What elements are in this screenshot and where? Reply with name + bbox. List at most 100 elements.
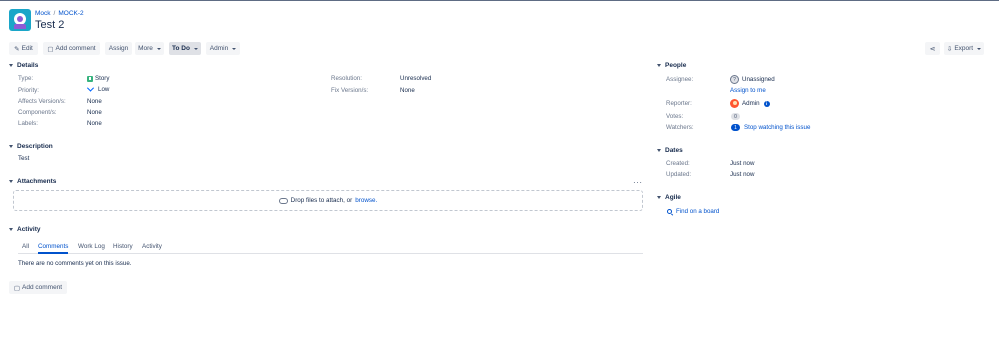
chevron-down-icon bbox=[657, 64, 661, 67]
dates-section-toggle[interactable]: Dates bbox=[657, 147, 683, 154]
agile-section-toggle[interactable]: Agile bbox=[657, 194, 681, 201]
assignee-value-text: Unassigned bbox=[742, 76, 775, 83]
tab-work-log[interactable]: Work Log bbox=[78, 243, 105, 250]
ellipsis-icon[interactable]: ··· bbox=[633, 178, 643, 187]
more-dropdown[interactable]: More bbox=[135, 42, 164, 55]
details-section-toggle[interactable]: Details bbox=[9, 62, 38, 69]
people-section-toggle[interactable]: People bbox=[657, 62, 686, 69]
fix-version-label: Fix Version/s: bbox=[331, 87, 369, 94]
attachments-section-toggle[interactable]: Attachments bbox=[9, 178, 56, 185]
add-comment-bottom-label: Add comment bbox=[22, 284, 63, 291]
activity-tabs: All Comments Work Log History Activity bbox=[18, 242, 643, 254]
export-icon: ⇩ bbox=[946, 45, 953, 53]
description-text[interactable]: Test bbox=[18, 155, 29, 162]
assign-label: Assign bbox=[108, 45, 129, 52]
find-on-board-link[interactable]: Find on a board bbox=[676, 208, 719, 215]
reporter-label: Reporter: bbox=[666, 100, 692, 107]
component-label: Component/s: bbox=[18, 109, 57, 116]
tab-history[interactable]: History bbox=[113, 243, 133, 250]
admin-avatar bbox=[730, 99, 739, 108]
watchers-value[interactable]: 1 Stop watching this issue bbox=[731, 124, 810, 131]
share-button[interactable]: ⋖ bbox=[925, 42, 940, 55]
watchers-label: Watchers: bbox=[666, 124, 694, 131]
reporter-value[interactable]: Admin i bbox=[730, 99, 770, 108]
breadcrumb-issue-key-link[interactable]: MOCK-2 bbox=[58, 10, 83, 17]
people-heading: People bbox=[665, 62, 687, 69]
assignee-label: Assignee: bbox=[666, 76, 694, 83]
labels-value[interactable]: None bbox=[87, 120, 102, 127]
assign-to-me-link[interactable]: Assign to me bbox=[730, 87, 766, 94]
chevron-down-icon bbox=[193, 47, 198, 50]
watchers-badge: 1 bbox=[731, 124, 740, 131]
attachment-dropzone[interactable]: Drop files to attach, or browse. bbox=[13, 190, 643, 211]
admin-dropdown[interactable]: Admin bbox=[206, 42, 240, 55]
votes-value[interactable]: 0 bbox=[731, 113, 740, 120]
add-comment-label: Add comment bbox=[55, 45, 96, 52]
cloud-upload-icon bbox=[278, 197, 288, 204]
tab-all[interactable]: All bbox=[22, 243, 29, 250]
resolution-value: Unresolved bbox=[400, 75, 432, 82]
chevron-down-icon bbox=[9, 145, 13, 148]
details-heading: Details bbox=[17, 62, 39, 69]
admin-label: Admin bbox=[209, 45, 229, 52]
priority-low-icon bbox=[86, 84, 95, 92]
browse-link[interactable]: browse. bbox=[355, 197, 377, 204]
issue-title[interactable]: Test 2 bbox=[35, 19, 64, 31]
no-comments-text: There are no comments yet on this issue. bbox=[18, 260, 132, 267]
export-label: Export bbox=[954, 45, 974, 52]
story-icon bbox=[87, 75, 93, 82]
tab-comments[interactable]: Comments bbox=[38, 243, 69, 254]
agile-heading: Agile bbox=[665, 194, 681, 201]
attachments-heading: Attachments bbox=[17, 178, 57, 185]
type-value[interactable]: Story bbox=[87, 75, 109, 82]
component-value[interactable]: None bbox=[87, 109, 102, 116]
add-comment-bottom-button[interactable]: ▢ Add comment bbox=[9, 281, 67, 294]
breadcrumb-project-link[interactable]: Mock bbox=[35, 10, 51, 17]
project-avatar-icon[interactable] bbox=[9, 9, 31, 31]
drop-files-text: Drop files to attach, or bbox=[290, 197, 353, 204]
description-section-toggle[interactable]: Description bbox=[9, 143, 53, 150]
updated-label: Updated: bbox=[666, 171, 692, 178]
chevron-down-icon bbox=[9, 228, 13, 231]
fix-version-value[interactable]: None bbox=[400, 87, 415, 94]
search-icon bbox=[667, 209, 672, 214]
chevron-down-icon bbox=[156, 47, 161, 50]
export-dropdown[interactable]: ⇩ Export bbox=[944, 42, 984, 55]
chevron-down-icon bbox=[9, 180, 13, 183]
top-border bbox=[0, 0, 999, 1]
edit-button-label: Edit bbox=[21, 45, 33, 52]
chevron-down-icon bbox=[657, 149, 661, 152]
breadcrumb: Mock / MOCK-2 bbox=[35, 10, 84, 17]
assign-button[interactable]: Assign bbox=[105, 42, 132, 55]
labels-label: Labels: bbox=[18, 120, 38, 127]
edit-button[interactable]: ✎ Edit bbox=[9, 42, 38, 55]
unassigned-avatar-icon: ? bbox=[730, 75, 739, 84]
find-on-board[interactable]: Find on a board bbox=[667, 208, 719, 215]
reporter-value-text: Admin bbox=[742, 100, 760, 107]
stop-watching-link[interactable]: Stop watching this issue bbox=[744, 124, 810, 131]
resolution-label: Resolution: bbox=[331, 75, 362, 82]
pencil-icon: ✎ bbox=[14, 45, 20, 53]
status-dropdown[interactable]: To Do bbox=[169, 42, 201, 55]
affects-version-label: Affects Version/s: bbox=[18, 98, 66, 105]
description-heading: Description bbox=[17, 143, 53, 150]
chevron-down-icon bbox=[657, 196, 661, 199]
votes-label: Votes: bbox=[666, 113, 684, 120]
priority-value[interactable]: Low bbox=[86, 84, 109, 93]
type-label: Type: bbox=[18, 75, 34, 82]
share-icon: ⋖ bbox=[929, 45, 936, 53]
status-label: To Do bbox=[172, 45, 190, 52]
activity-section-toggle[interactable]: Activity bbox=[9, 226, 40, 233]
chevron-down-icon bbox=[232, 47, 237, 50]
priority-label: Priority: bbox=[18, 87, 39, 94]
tab-activity[interactable]: Activity bbox=[142, 243, 162, 250]
add-comment-button[interactable]: ▢ Add comment bbox=[43, 42, 100, 55]
created-value: Just now bbox=[730, 160, 755, 167]
chevron-down-icon bbox=[9, 64, 13, 67]
info-icon[interactable]: i bbox=[763, 100, 770, 107]
assignee-value[interactable]: ? Unassigned bbox=[730, 75, 775, 84]
more-label: More bbox=[138, 45, 153, 52]
affects-version-value[interactable]: None bbox=[87, 98, 102, 105]
dates-heading: Dates bbox=[665, 147, 683, 154]
created-label: Created: bbox=[666, 160, 690, 167]
